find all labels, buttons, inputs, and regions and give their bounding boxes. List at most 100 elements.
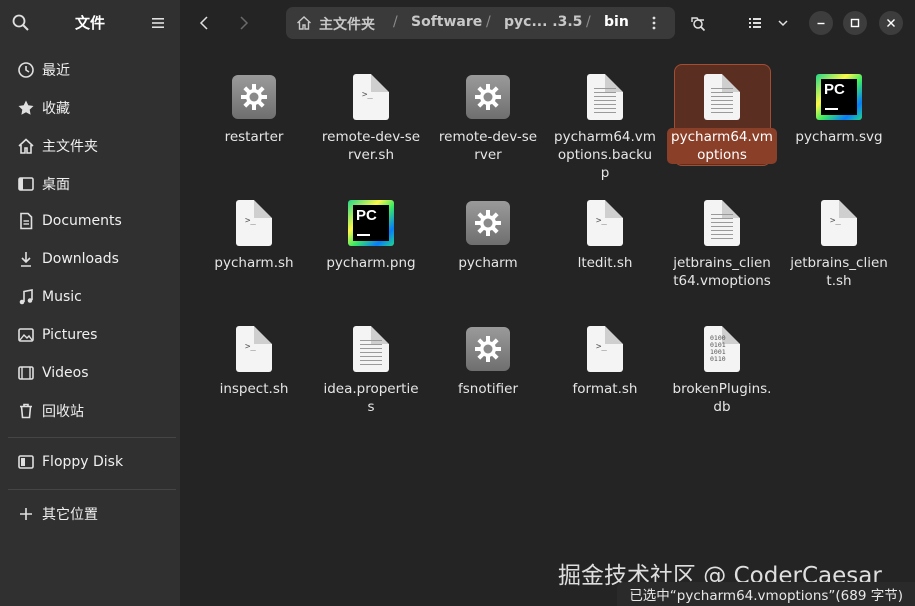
sidebar-item-starred[interactable]: 收藏: [0, 90, 180, 126]
sidebar-item-label: Videos: [42, 365, 89, 381]
file-item[interactable]: remote-dev-server: [433, 70, 543, 164]
file-name: inspect.sh: [219, 381, 289, 397]
sidebar-item-floppy-disk[interactable]: Floppy Disk: [0, 444, 180, 480]
file-item[interactable]: >_ inspect.sh: [199, 322, 309, 398]
file-item[interactable]: 0100 0101 1001 0110 brokenPlugins.db: [667, 322, 777, 416]
picture-icon: [18, 328, 34, 342]
sidebar-item-videos[interactable]: Videos: [0, 355, 180, 391]
text-file-icon: [704, 200, 740, 246]
script-file-icon: >_: [587, 326, 623, 372]
view-mode-button[interactable]: [740, 8, 770, 38]
sidebar-item-label: 主文件夹: [42, 139, 98, 155]
file-name: jetbrains_client.sh: [790, 255, 888, 289]
sidebar-item-desktop[interactable]: 桌面: [0, 166, 180, 202]
clock-icon: [18, 62, 34, 78]
sidebar-item-downloads[interactable]: Downloads: [0, 241, 180, 277]
breadcrumb-bin[interactable]: bin: [604, 14, 629, 30]
file-item[interactable]: >_ pycharm.sh: [199, 196, 309, 272]
script-file-icon: >_: [236, 200, 272, 246]
sidebar-item-recent[interactable]: 最近: [0, 52, 180, 88]
sidebar-item-music[interactable]: Music: [0, 279, 180, 315]
script-file-icon: >_: [353, 74, 389, 120]
gear-icon: [466, 201, 510, 245]
text-file-icon: [704, 74, 740, 120]
sidebar-item-label: Pictures: [42, 327, 98, 343]
file-name: format.sh: [572, 381, 638, 397]
text-file-icon: [353, 326, 389, 372]
sidebar-item-label: 最近: [42, 63, 70, 79]
list-view-icon: [749, 18, 761, 28]
file-item-selected[interactable]: pycharm64.vmoptions: [667, 70, 777, 164]
music-icon: [19, 289, 33, 305]
close-button[interactable]: [879, 11, 903, 35]
file-item[interactable]: fsnotifier: [433, 322, 543, 398]
sidebar-item-trash[interactable]: 回收站: [0, 393, 180, 429]
file-name: remote-dev-server: [438, 129, 538, 163]
disk-icon: [18, 455, 34, 469]
file-name: jetbrains_client64.vmoptions: [673, 255, 771, 289]
sidebar: 文件 最近 收藏 主文件夹 桌面 Documents Downloads Mus…: [0, 0, 180, 606]
sidebar-item-label: 回收站: [42, 404, 84, 420]
file-item[interactable]: PC pycharm.png: [316, 196, 426, 272]
hamburger-menu-icon[interactable]: [148, 13, 168, 33]
sidebar-item-documents[interactable]: Documents: [0, 203, 180, 239]
search-button[interactable]: [683, 8, 713, 38]
breadcrumb-separator: /: [393, 14, 398, 30]
trash-icon: [20, 403, 32, 419]
file-item[interactable]: PC pycharm.svg: [784, 70, 894, 146]
file-item[interactable]: restarter: [199, 70, 309, 146]
sidebar-item-label: Music: [42, 289, 82, 305]
breadcrumb-pycharm[interactable]: pyc... .3.5: [504, 14, 582, 30]
maximize-button[interactable]: [843, 11, 867, 35]
breadcrumb-separator: /: [586, 14, 591, 30]
video-icon: [18, 366, 34, 380]
download-icon: [21, 252, 31, 267]
file-item[interactable]: idea.properties: [316, 322, 426, 416]
file-name: pycharm.sh: [214, 255, 294, 271]
pycharm-icon: PC: [816, 74, 862, 120]
file-item[interactable]: >_ remote-dev-server.sh: [316, 70, 426, 164]
home-icon: [18, 138, 34, 154]
sidebar-item-label: Documents: [42, 213, 122, 229]
sidebar-item-other-locations[interactable]: 其它位置: [0, 496, 180, 532]
file-name: restarter: [224, 129, 284, 145]
sidebar-header: 文件: [0, 0, 180, 46]
gear-icon: [232, 75, 276, 119]
file-name: brokenPlugins.db: [672, 381, 772, 415]
breadcrumb-home[interactable]: 主文件夹: [319, 14, 375, 34]
sidebar-item-home[interactable]: 主文件夹: [0, 128, 180, 164]
status-bar: 已选中“pycharm64.vmoptions”(689 字节): [617, 582, 915, 606]
breadcrumb-separator: /: [486, 14, 491, 30]
sidebar-item-label: 收藏: [42, 101, 70, 117]
chevron-left-icon: [199, 16, 208, 30]
file-item[interactable]: jetbrains_client64.vmoptions: [667, 196, 777, 290]
desktop-icon: [18, 177, 34, 191]
minimize-button[interactable]: [809, 11, 833, 35]
sidebar-divider: [8, 489, 176, 490]
file-name: pycharm64.vmoptions.backup: [554, 129, 656, 181]
view-options-button[interactable]: [768, 8, 798, 38]
file-name: idea.properties: [323, 381, 419, 415]
star-icon: [18, 100, 34, 115]
file-name: ltedit.sh: [577, 255, 633, 271]
sidebar-item-pictures[interactable]: Pictures: [0, 317, 180, 353]
file-item[interactable]: pycharm64.vmoptions.backup: [550, 70, 660, 182]
sidebar-divider: [8, 437, 176, 438]
breadcrumb-software[interactable]: Software: [411, 14, 482, 30]
file-item[interactable]: >_ jetbrains_client.sh: [784, 196, 894, 290]
sidebar-item-label: 其它位置: [42, 507, 98, 523]
file-name: pycharm.svg: [795, 129, 883, 145]
document-icon: [20, 212, 33, 230]
forward-button[interactable]: [229, 8, 259, 38]
file-item[interactable]: >_ format.sh: [550, 322, 660, 398]
file-item[interactable]: >_ ltedit.sh: [550, 196, 660, 272]
script-file-icon: >_: [821, 200, 857, 246]
back-button[interactable]: [189, 8, 219, 38]
file-name: pycharm64.vmoptions: [667, 128, 777, 164]
file-item[interactable]: pycharm: [433, 196, 543, 272]
search-folder-icon: [691, 17, 706, 32]
pycharm-icon: PC: [348, 200, 394, 246]
plus-icon: [20, 508, 32, 520]
more-options-icon[interactable]: [650, 16, 658, 30]
close-icon: [887, 19, 895, 27]
